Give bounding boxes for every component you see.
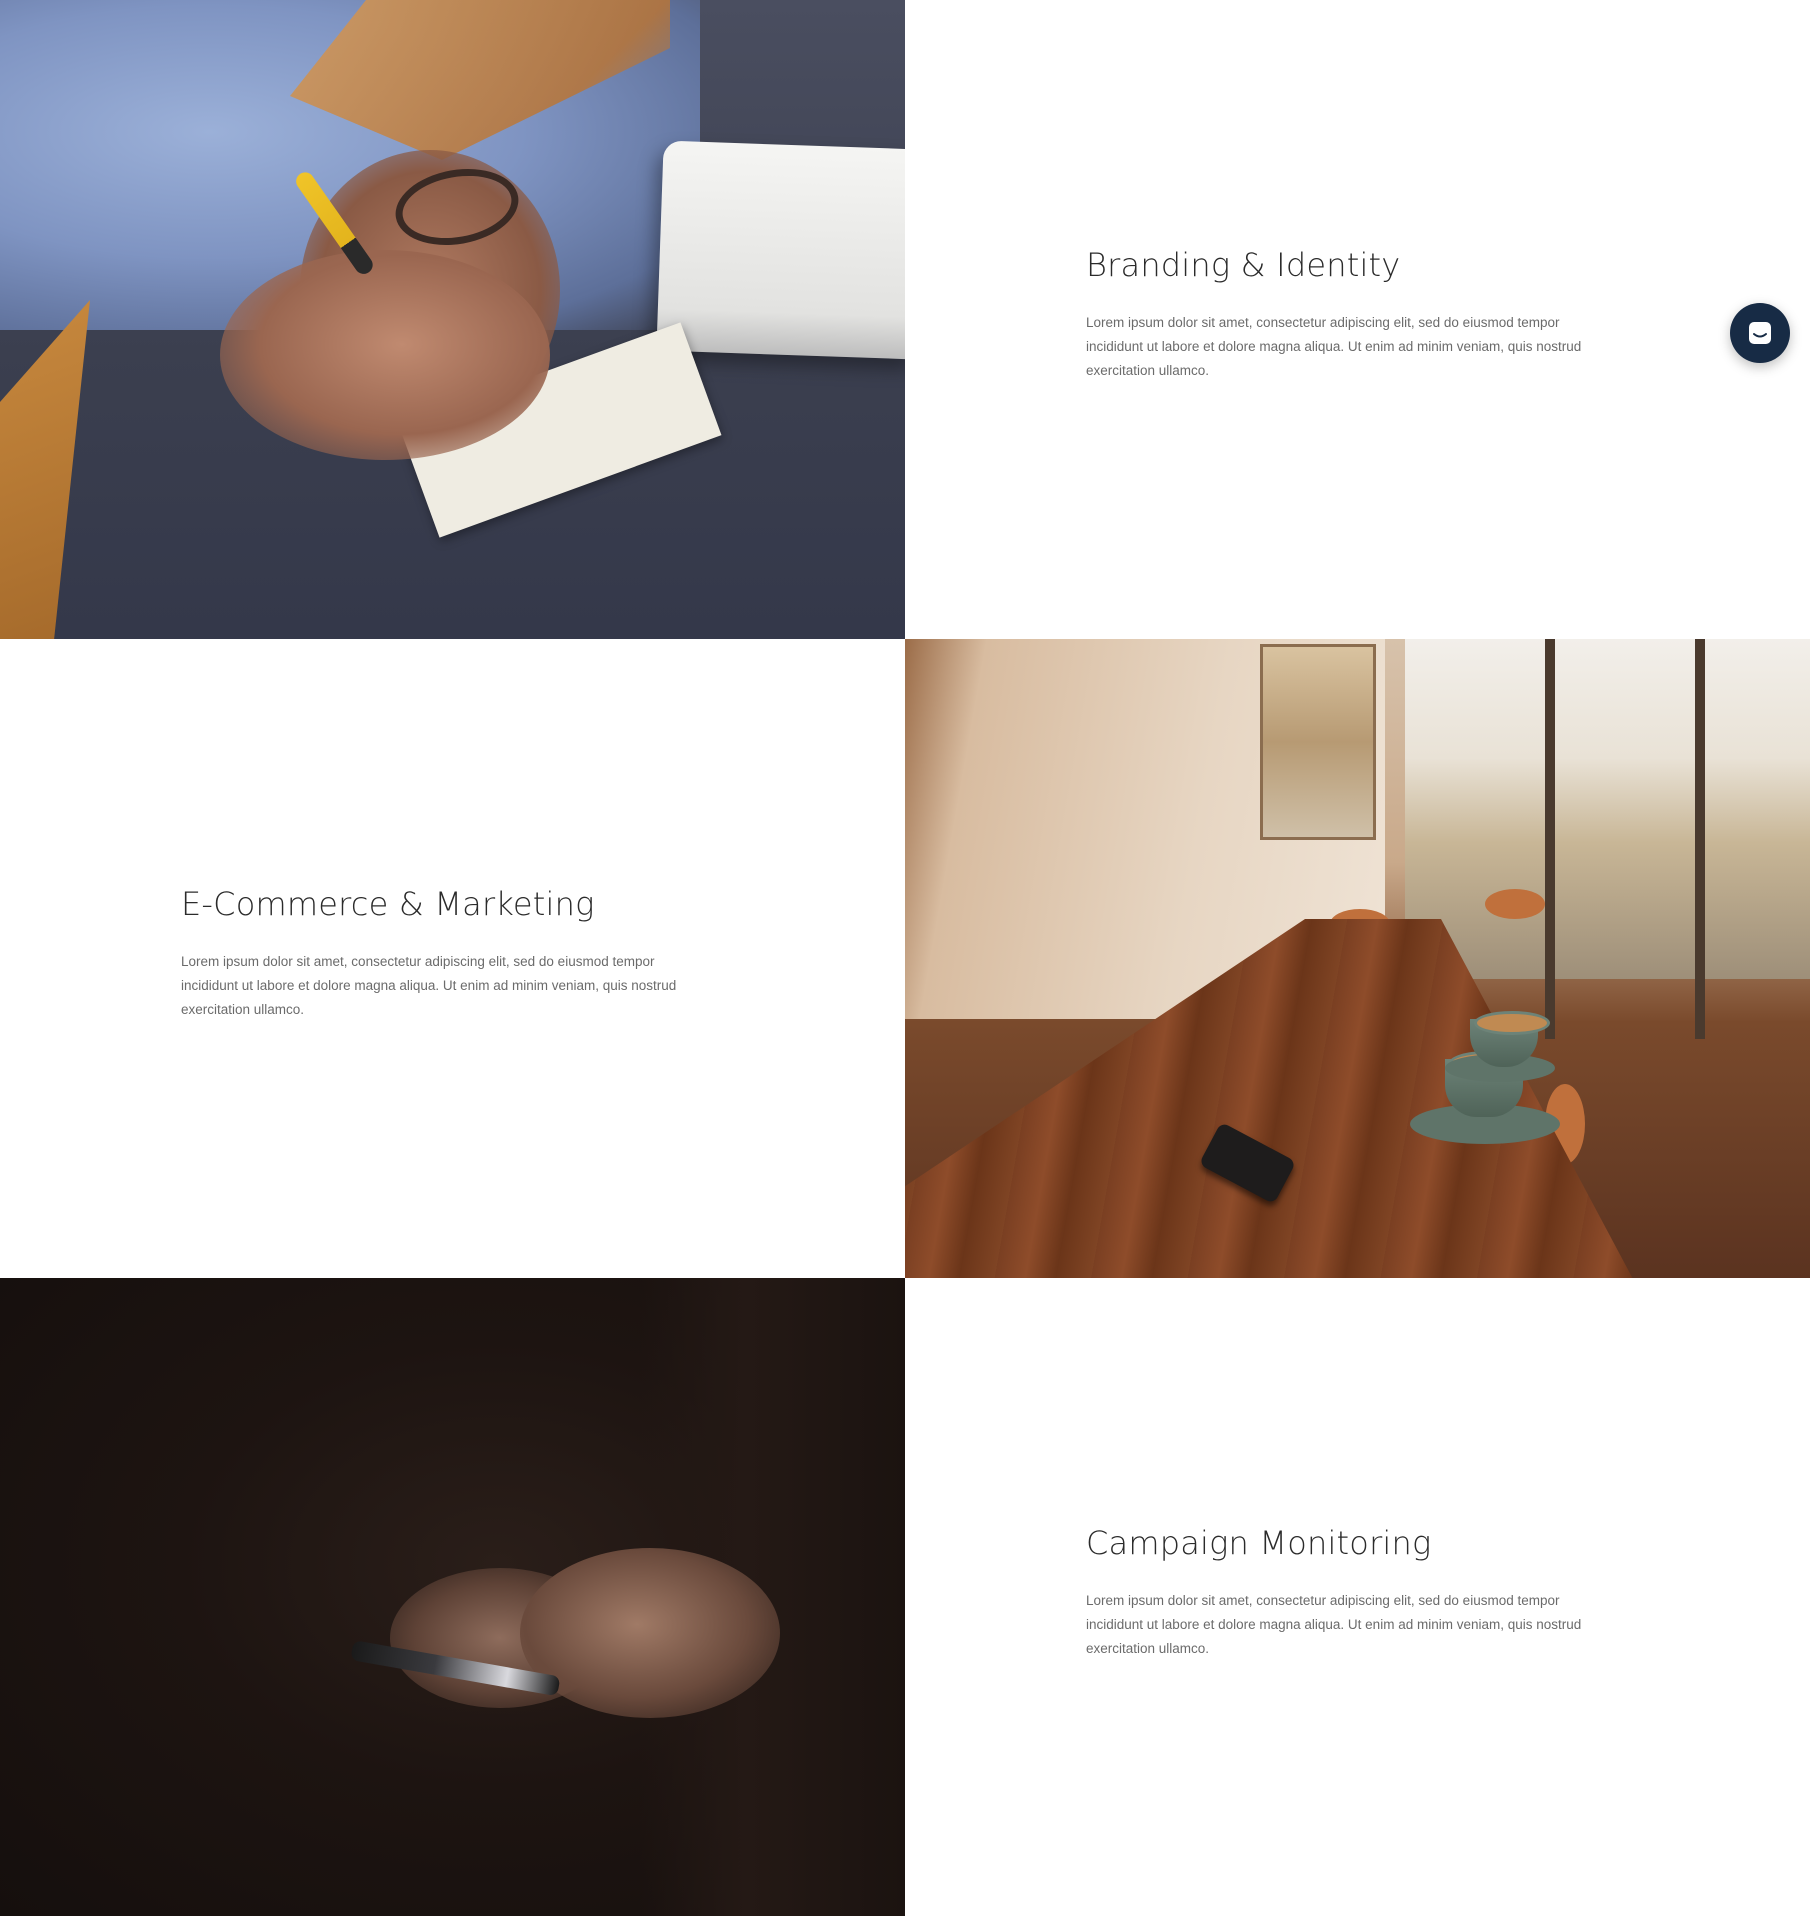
service-row-branding: Branding & Identity Lorem ipsum dolor si…	[0, 0, 1810, 639]
service-text-block: E-Commerce & Marketing Lorem ipsum dolor…	[181, 884, 711, 1022]
service-row-ecommerce: E-Commerce & Marketing Lorem ipsum dolor…	[0, 639, 1810, 1278]
chat-icon	[1746, 319, 1774, 347]
man-writing-photo	[0, 0, 905, 639]
service-text-panel: Campaign Monitoring Lorem ipsum dolor si…	[905, 1278, 1810, 1916]
service-text-block: Campaign Monitoring Lorem ipsum dolor si…	[1086, 1523, 1616, 1661]
service-title: Campaign Monitoring	[1086, 1524, 1432, 1562]
service-description: Lorem ipsum dolor sit amet, consectetur …	[181, 954, 677, 1017]
service-title: E-Commerce & Marketing	[181, 885, 595, 923]
service-title: Branding & Identity	[1086, 246, 1401, 284]
service-text-block: Branding & Identity Lorem ipsum dolor si…	[1086, 245, 1616, 383]
services-page: Branding & Identity Lorem ipsum dolor si…	[0, 0, 1810, 1916]
cafe-table-photo	[905, 639, 1810, 1278]
service-text-panel: Branding & Identity Lorem ipsum dolor si…	[905, 0, 1810, 639]
phone-in-hands-photo	[0, 1278, 905, 1916]
service-text-panel: E-Commerce & Marketing Lorem ipsum dolor…	[0, 639, 905, 1278]
service-description: Lorem ipsum dolor sit amet, consectetur …	[1086, 315, 1582, 378]
service-description: Lorem ipsum dolor sit amet, consectetur …	[1086, 1593, 1582, 1656]
service-row-campaign: Campaign Monitoring Lorem ipsum dolor si…	[0, 1278, 1810, 1916]
chat-launcher-button[interactable]	[1730, 303, 1790, 363]
